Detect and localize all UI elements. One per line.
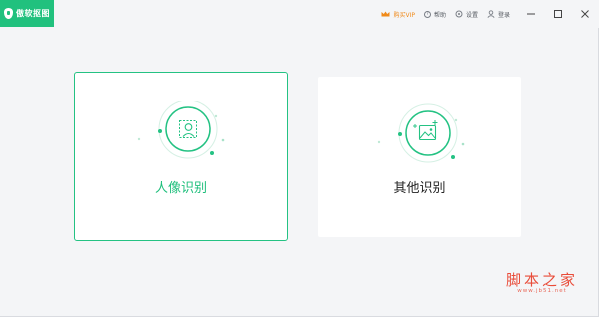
login-button[interactable]: 登录 (487, 10, 510, 19)
gear-icon (455, 10, 463, 18)
settings-label: 设置 (465, 11, 478, 19)
image-scan-icon (377, 103, 465, 163)
close-icon (581, 10, 589, 18)
portrait-recognition-card[interactable]: 人像识别 (74, 72, 288, 241)
other-recognition-card[interactable]: 其他识别 (318, 77, 521, 237)
app-logo: 傲软抠图 (0, 0, 54, 27)
other-recognition-label: 其他识别 (393, 181, 446, 196)
watermark-main-text: 脚本之家 (505, 271, 578, 289)
minimize-button[interactable] (525, 8, 537, 20)
buy-vip-button[interactable]: 购买VIP (381, 10, 415, 19)
logo-icon (4, 8, 13, 19)
maximize-button[interactable] (552, 8, 564, 20)
user-icon (487, 10, 495, 18)
minimize-icon (527, 13, 535, 15)
app-name: 傲软抠图 (16, 9, 50, 18)
help-button[interactable]: ? 帮助 (423, 10, 446, 19)
buy-vip-label: 购买VIP (393, 11, 415, 19)
title-bar: 傲软抠图 购买VIP ? 帮助 设置 登录 (0, 0, 599, 28)
settings-button[interactable]: 设置 (455, 10, 478, 19)
help-icon: ? (423, 10, 431, 18)
site-watermark: 脚本之家 www.jb51.net (506, 272, 578, 294)
portrait-recognition-label: 人像识别 (154, 181, 207, 196)
app-window: 傲软抠图 购买VIP ? 帮助 设置 登录 人像识别 其他识别 脚本之家 www… (0, 0, 599, 317)
titlebar-actions: 购买VIP ? 帮助 设置 登录 (381, 0, 591, 28)
maximize-icon (554, 10, 562, 18)
close-button[interactable] (579, 8, 591, 20)
crown-icon (381, 11, 390, 17)
help-label: 帮助 (433, 11, 446, 19)
login-label: 登录 (497, 11, 510, 19)
portrait-scan-icon (137, 101, 225, 159)
